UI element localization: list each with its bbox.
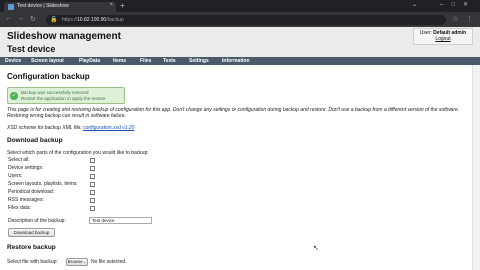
description-label: Description of the backup: <box>8 218 66 224</box>
device-settings-checkbox[interactable] <box>90 166 95 171</box>
periodical-download-checkbox[interactable] <box>90 190 95 195</box>
extensions-icon[interactable]: ☆ <box>452 15 458 23</box>
intro-text: This page is for creating and restoring … <box>7 107 460 119</box>
option-select-all: Select all: <box>8 157 128 164</box>
xsd-text: XSD scheme for backup XML file: configur… <box>7 125 135 131</box>
logout-link[interactable]: Logout <box>414 36 472 42</box>
new-tab-button[interactable]: + <box>120 1 125 10</box>
page-scrollbar[interactable] <box>472 65 480 270</box>
option-label: Screen layouts, playlists, items: <box>8 181 78 187</box>
forward-icon[interactable]: → <box>17 15 24 22</box>
tab-search-icon[interactable]: ⌄ <box>412 1 417 8</box>
mouse-cursor-icon: ↖ <box>313 245 319 252</box>
select-all-checkbox[interactable] <box>90 158 95 163</box>
main-menu: Device Screen layout PlayData Items File… <box>0 57 480 65</box>
url-text: https://10.82.100.90/backup <box>62 17 124 23</box>
browser-tab-bar: Test device | Slideshow × + ⌄ –□✕ <box>0 0 480 12</box>
success-text: Backup was successfully restored Restart… <box>21 90 106 101</box>
reload-icon[interactable]: ↻ <box>30 15 36 23</box>
option-label: Periodical download: <box>8 189 55 195</box>
file-label: Select file with backup: <box>7 259 58 265</box>
option-label: Files data: <box>8 205 32 211</box>
download-heading: Download backup <box>7 137 63 144</box>
option-users: Users: <box>8 173 128 180</box>
option-device-settings: Device settings: <box>8 165 128 172</box>
menu-item-texts[interactable]: Texts <box>163 58 176 64</box>
main-content: Configuration backup ✓ Backup was succes… <box>0 65 472 270</box>
users-checkbox[interactable] <box>90 174 95 179</box>
favicon-icon <box>8 4 14 10</box>
option-rss-messages: RSS messages: <box>8 197 128 204</box>
option-label: Device settings: <box>8 165 44 171</box>
browser-toolbar: ← → ↻ 🔒 https://10.82.100.90/backup ☆ ⋮ <box>0 12 480 27</box>
option-screen-layouts: Screen layouts, playlists, items: <box>8 181 128 188</box>
check-icon: ✓ <box>10 92 18 100</box>
menu-item-screen-layout[interactable]: Screen layout <box>31 58 64 64</box>
xsd-link[interactable]: configuration.xsd v1.25 <box>83 125 134 131</box>
back-icon[interactable]: ← <box>5 15 12 22</box>
tab-title: Test device | Slideshow <box>17 3 69 9</box>
browse-button[interactable]: Browse... <box>66 258 88 266</box>
no-file-text: No file selected. <box>91 259 127 265</box>
browser-tab[interactable]: Test device | Slideshow × <box>4 2 116 12</box>
menu-item-information[interactable]: Information <box>222 58 250 64</box>
device-title: Test device <box>7 44 56 54</box>
option-label: Select all: <box>8 157 30 163</box>
rss-messages-checkbox[interactable] <box>90 198 95 203</box>
lock-icon: 🔒 <box>50 17 58 23</box>
menu-item-device[interactable]: Device <box>5 58 21 64</box>
menu-item-playdata[interactable]: PlayData <box>79 58 100 64</box>
app-title: Slideshow management <box>7 31 121 42</box>
app-header: Slideshow management Test device <box>0 27 480 57</box>
option-periodical-download: Periodical download: <box>8 189 128 196</box>
option-files-data: Files data: <box>8 205 128 212</box>
description-input[interactable]: Test device <box>89 217 152 224</box>
option-label: RSS messages: <box>8 197 44 203</box>
menu-item-files[interactable]: Files <box>140 58 151 64</box>
address-bar[interactable]: 🔒 https://10.82.100.90/backup <box>46 15 446 25</box>
user-box: User: Default admin Logout <box>413 28 473 45</box>
menu-item-settings[interactable]: Settings <box>189 58 209 64</box>
screen-layouts-checkbox[interactable] <box>90 182 95 187</box>
option-label: Users: <box>8 173 23 179</box>
restore-heading: Restore backup <box>7 244 56 251</box>
download-backup-button[interactable]: Download backup <box>8 228 55 237</box>
window-controls[interactable]: –□✕ <box>440 1 476 8</box>
menu-item-items[interactable]: Items <box>113 58 126 64</box>
close-tab-icon[interactable]: × <box>109 2 113 8</box>
success-message: ✓ Backup was successfully restored Resta… <box>7 87 125 104</box>
files-data-checkbox[interactable] <box>90 206 95 211</box>
select-intro: Select which parts of the configuration … <box>7 150 149 156</box>
menu-icon[interactable]: ⋮ <box>466 15 473 23</box>
page-title: Configuration backup <box>7 72 90 81</box>
